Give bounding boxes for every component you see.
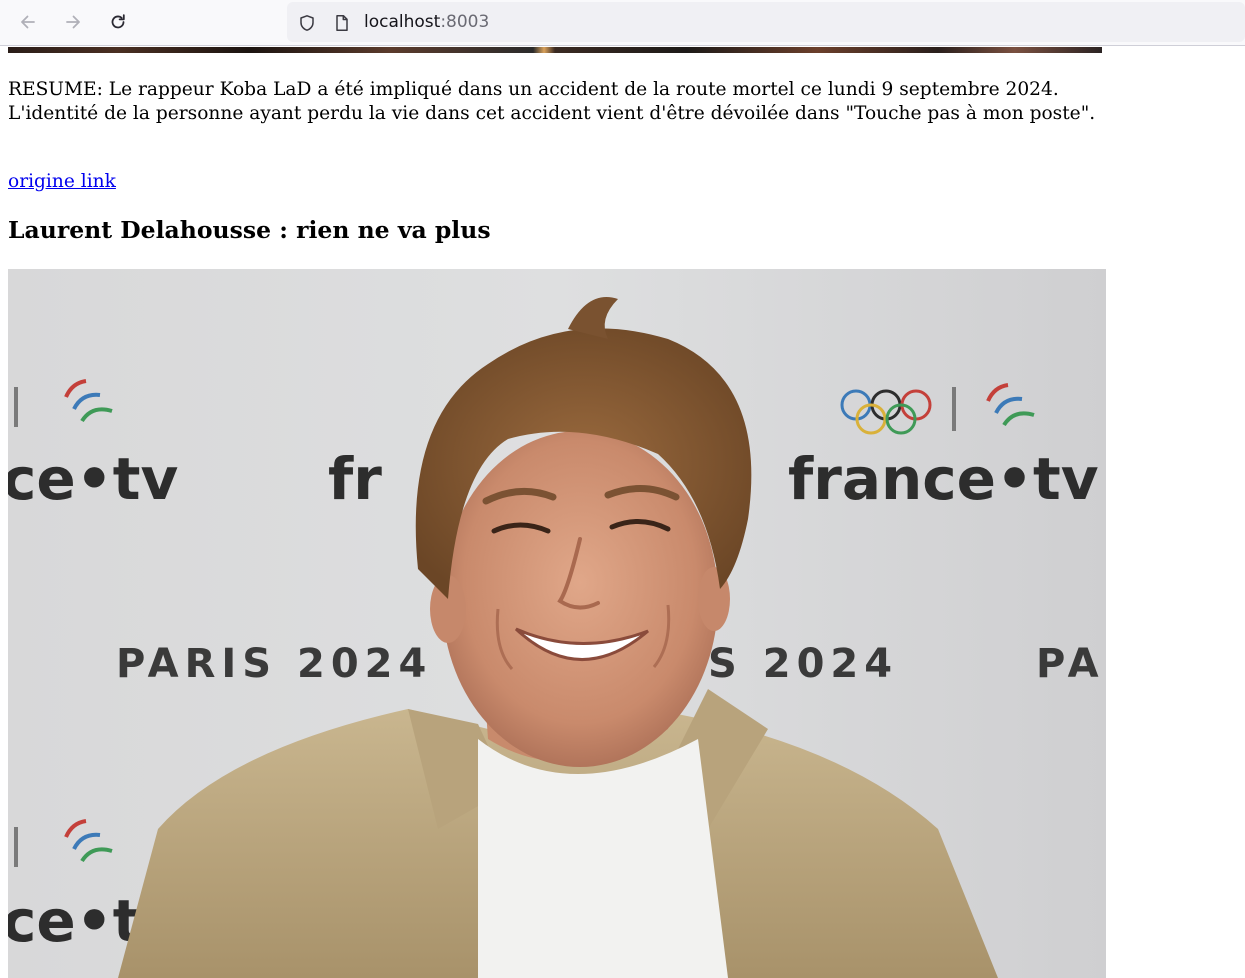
backdrop-brand-right-top: france•tv (788, 445, 1099, 513)
previous-article-image (8, 47, 1102, 53)
article-title: Laurent Delahousse : rien ne va plus (8, 216, 491, 244)
url-port: :8003 (440, 12, 490, 32)
page-icon[interactable] (332, 13, 352, 33)
article-summary: RESUME: Le rappeur Koba LaD a été impliq… (8, 79, 1096, 124)
backdrop-event-left: PARIS 2024 (116, 641, 432, 687)
article-photo: ce•tv france•tv fr PARIS 2024 S 2024 PA … (8, 269, 1106, 978)
arrow-right-icon (63, 12, 83, 32)
page-content: RESUME: Le rappeur Koba LaD a été impliq… (0, 47, 1245, 978)
reload-icon (108, 12, 128, 32)
arrow-left-icon (18, 12, 38, 32)
origin-link[interactable]: origine link (8, 170, 116, 194)
browser-toolbar: localhost:8003 (0, 0, 1245, 46)
forward-button[interactable] (57, 7, 89, 37)
shield-icon[interactable] (297, 13, 317, 33)
url-host: localhost (364, 12, 441, 32)
back-button[interactable] (12, 7, 44, 37)
backdrop-event-center: S 2024 (708, 641, 898, 687)
backdrop-brand-left-top: ce•tv (8, 445, 178, 513)
backdrop-brand-center-top: fr (328, 445, 382, 513)
reload-button[interactable] (102, 7, 134, 37)
url-text[interactable]: localhost:8003 (364, 12, 489, 32)
address-bar[interactable]: localhost:8003 (287, 2, 1245, 42)
backdrop-event-right: PA (1036, 641, 1105, 687)
